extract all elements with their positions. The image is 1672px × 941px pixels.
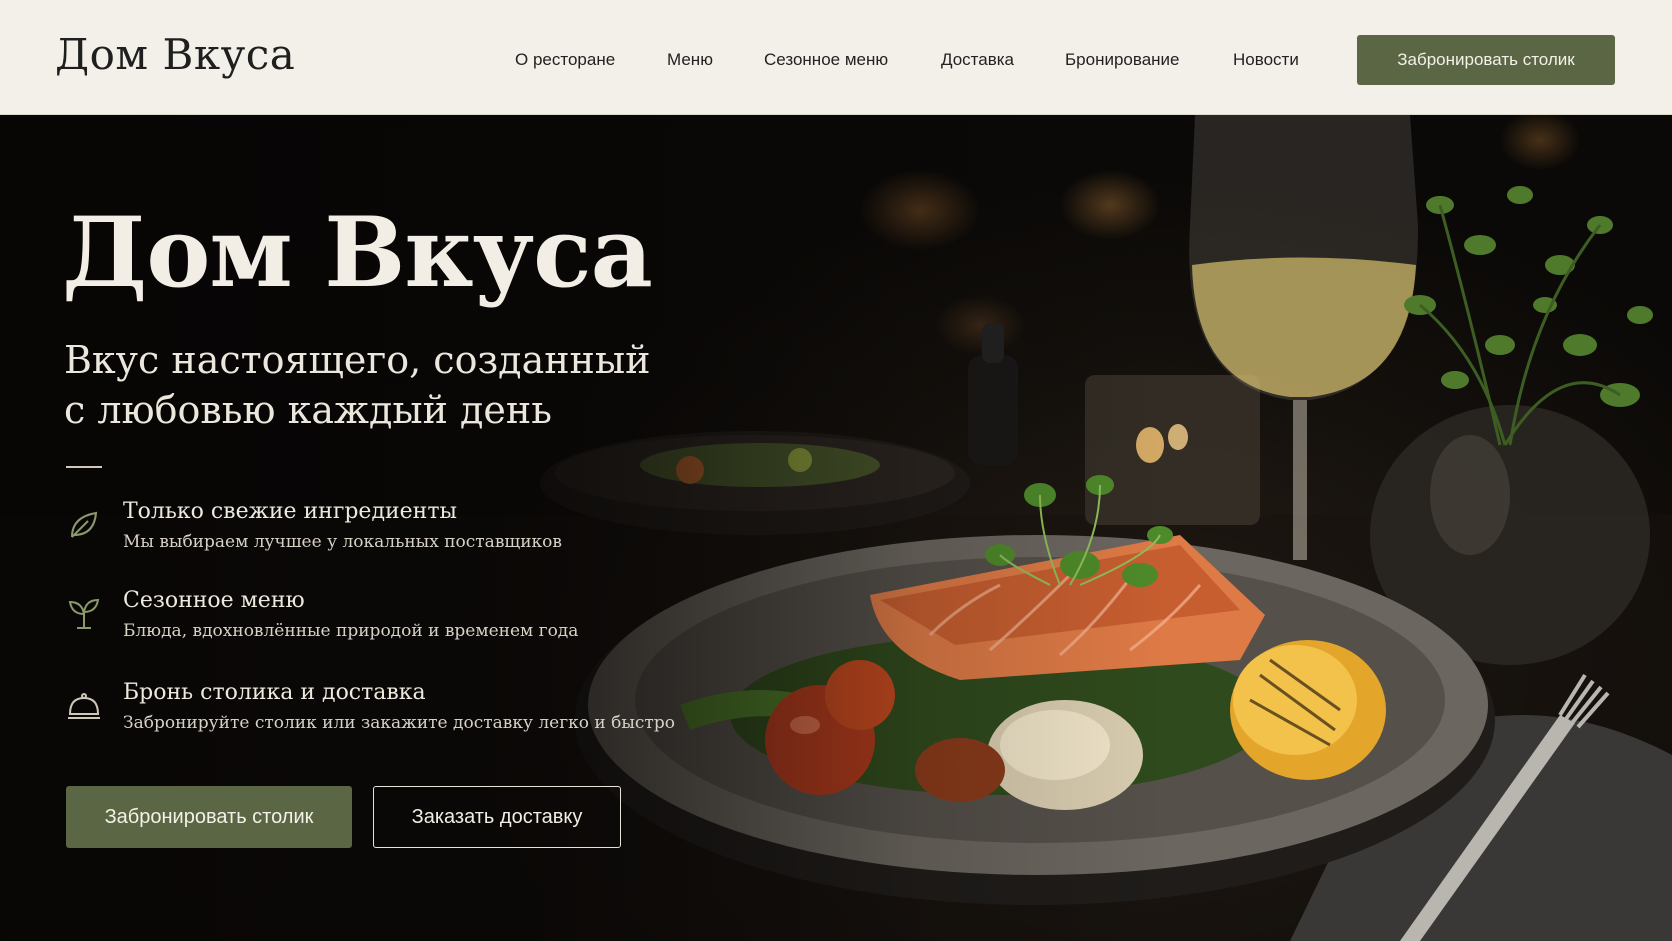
nav-item-booking[interactable]: Бронирование	[1065, 50, 1180, 70]
nav-item-about[interactable]: О ресторане	[515, 50, 615, 70]
nav-item-news[interactable]: Новости	[1233, 50, 1299, 70]
hero-section: Дом Вкуса Вкус настоящего, созданный с л…	[0, 115, 1672, 941]
site-header: Дом Вкуса О ресторане Меню Сезонное меню…	[0, 0, 1672, 115]
feature-seasonal-menu: Сезонное меню Блюда, вдохновлённые приро…	[66, 588, 686, 648]
cloche-icon	[68, 693, 100, 719]
book-table-button[interactable]: Забронировать столик	[66, 786, 352, 848]
hero-subtitle-line-2: с любовью каждый день	[64, 388, 552, 432]
nav-item-menu[interactable]: Меню	[667, 50, 713, 70]
hero-title: Дом Вкуса	[62, 196, 653, 309]
header-book-table-button[interactable]: Забронировать столик	[1357, 35, 1615, 85]
nav-item-delivery[interactable]: Доставка	[941, 50, 1014, 70]
order-delivery-button[interactable]: Заказать доставку	[373, 786, 621, 848]
feature-title: Сезонное меню	[123, 588, 305, 613]
feature-title: Бронь столика и доставка	[123, 680, 426, 705]
feature-title: Только свежие ингредиенты	[123, 499, 458, 524]
sprout-icon	[68, 598, 100, 629]
hero-subtitle-line-1: Вкус настоящего, созданный	[64, 338, 651, 382]
feature-booking-delivery: Бронь столика и доставка Забронируйте ст…	[66, 680, 686, 740]
hero-subtitle: Вкус настоящего, созданный с любовью каж…	[64, 335, 684, 435]
divider	[66, 466, 102, 468]
feature-fresh-ingredients: Только свежие ингредиенты Мы выбираем лу…	[66, 499, 686, 559]
feature-description: Забронируйте столик или закажите доставк…	[123, 713, 675, 733]
feature-description: Блюда, вдохновлённые природой и временем…	[123, 621, 579, 641]
feature-description: Мы выбираем лучшее у локальных поставщик…	[123, 532, 562, 552]
nav-item-seasonal-menu[interactable]: Сезонное меню	[764, 50, 888, 70]
leaf-icon	[71, 511, 98, 538]
